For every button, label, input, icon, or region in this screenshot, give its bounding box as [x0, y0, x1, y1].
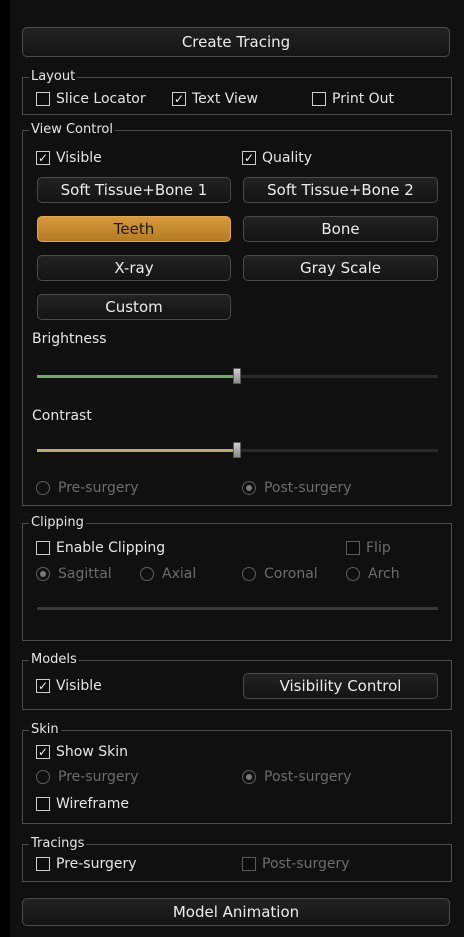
print-out-label: Print Out [332, 91, 395, 107]
wireframe-checkbox[interactable]: Wireframe [36, 796, 129, 812]
quality-checkbox[interactable]: ✓ Quality [242, 150, 312, 166]
view-post-surgery-label: Post-surgery [264, 480, 352, 496]
contrast-label: Contrast [32, 408, 92, 424]
brightness-label: Brightness [32, 331, 107, 347]
clipping-group-title: Clipping [29, 515, 86, 531]
preset-bone-button[interactable]: Bone [243, 216, 438, 242]
slice-locator-checkbox[interactable]: Slice Locator [36, 91, 146, 107]
view-pre-surgery-radio[interactable]: Pre-surgery [36, 480, 139, 496]
preset-teeth-button[interactable]: Teeth [37, 216, 231, 242]
enable-clipping-checkbox-box [36, 541, 50, 555]
contrast-slider-handle[interactable] [233, 442, 241, 458]
show-skin-checkbox-box: ✓ [36, 745, 50, 759]
preset-gray-scale-button[interactable]: Gray Scale [243, 255, 438, 281]
clip-axial-radio-circle [140, 567, 154, 581]
control-panel: Create Tracing Layout Slice Locator ✓ Te… [10, 0, 464, 937]
enable-clipping-label: Enable Clipping [56, 540, 166, 556]
tracings-post-surgery-checkbox-box [242, 857, 256, 871]
preset-custom-button[interactable]: Custom [37, 294, 231, 320]
clip-sagittal-radio[interactable]: Sagittal [36, 566, 112, 582]
models-visible-checkbox[interactable]: ✓ Visible [36, 678, 102, 694]
flip-checkbox-box [346, 541, 360, 555]
flip-label: Flip [366, 540, 391, 556]
enable-clipping-checkbox[interactable]: Enable Clipping [36, 540, 165, 556]
slice-locator-label: Slice Locator [56, 91, 146, 107]
text-view-checkbox-box: ✓ [172, 92, 186, 106]
show-skin-label: Show Skin [56, 744, 128, 760]
wireframe-checkbox-box [36, 797, 50, 811]
clip-coronal-radio-circle [242, 567, 256, 581]
view-pre-surgery-radio-circle [36, 481, 50, 495]
skin-post-surgery-label: Post-surgery [264, 769, 352, 785]
visibility-control-button[interactable]: Visibility Control [243, 673, 438, 699]
view-pre-surgery-label: Pre-surgery [58, 480, 139, 496]
view-post-surgery-radio[interactable]: Post-surgery [242, 480, 352, 496]
clip-axial-label: Axial [162, 566, 197, 582]
skin-pre-surgery-radio-circle [36, 770, 50, 784]
clip-coronal-label: Coronal [264, 566, 318, 582]
models-visible-label: Visible [56, 678, 102, 694]
clip-sagittal-label: Sagittal [58, 566, 112, 582]
contrast-slider-fill [37, 449, 237, 452]
model-animation-button[interactable]: Model Animation [22, 898, 450, 926]
tracings-pre-surgery-checkbox[interactable]: Pre-surgery [36, 856, 137, 872]
models-group-title: Models [29, 652, 79, 668]
clip-sagittal-radio-circle [36, 567, 50, 581]
tracings-pre-surgery-checkbox-box [36, 857, 50, 871]
view-control-group-title: View Control [29, 122, 115, 138]
show-skin-checkbox[interactable]: ✓ Show Skin [36, 744, 128, 760]
print-out-checkbox-box [312, 92, 326, 106]
text-view-label: Text View [192, 91, 258, 107]
skin-group-title: Skin [29, 722, 61, 738]
clip-arch-radio[interactable]: Arch [346, 566, 400, 582]
quality-checkbox-box: ✓ [242, 151, 256, 165]
brightness-slider-handle[interactable] [233, 368, 241, 384]
preset-x-ray-button[interactable]: X-ray [37, 255, 231, 281]
preset-soft-tissue-bone-1-button[interactable]: Soft Tissue+Bone 1 [37, 177, 231, 203]
skin-pre-surgery-radio[interactable]: Pre-surgery [36, 769, 139, 785]
slice-locator-checkbox-box [36, 92, 50, 106]
view-visible-checkbox[interactable]: ✓ Visible [36, 150, 102, 166]
tracings-post-surgery-label: Post-surgery [262, 856, 350, 872]
preset-soft-tissue-bone-2-button[interactable]: Soft Tissue+Bone 2 [243, 177, 438, 203]
tracings-group-title: Tracings [29, 836, 87, 852]
skin-post-surgery-radio-circle [242, 770, 256, 784]
quality-label: Quality [262, 150, 313, 166]
clip-arch-label: Arch [368, 566, 400, 582]
view-visible-label: Visible [56, 150, 102, 166]
clip-arch-radio-circle [346, 567, 360, 581]
flip-checkbox[interactable]: Flip [346, 540, 391, 556]
models-visible-checkbox-box: ✓ [36, 679, 50, 693]
brightness-slider-fill [37, 375, 237, 378]
skin-post-surgery-radio[interactable]: Post-surgery [242, 769, 352, 785]
create-tracing-button[interactable]: Create Tracing [22, 27, 450, 57]
layout-group-title: Layout [29, 69, 78, 85]
view-post-surgery-radio-circle [242, 481, 256, 495]
tracings-pre-surgery-label: Pre-surgery [56, 856, 137, 872]
text-view-checkbox[interactable]: ✓ Text View [172, 91, 258, 107]
wireframe-label: Wireframe [56, 796, 130, 812]
clipping-slider[interactable] [37, 607, 438, 610]
tracings-post-surgery-checkbox[interactable]: Post-surgery [242, 856, 350, 872]
view-visible-checkbox-box: ✓ [36, 151, 50, 165]
clip-axial-radio[interactable]: Axial [140, 566, 196, 582]
print-out-checkbox[interactable]: Print Out [312, 91, 394, 107]
skin-pre-surgery-label: Pre-surgery [58, 769, 139, 785]
clip-coronal-radio[interactable]: Coronal [242, 566, 318, 582]
